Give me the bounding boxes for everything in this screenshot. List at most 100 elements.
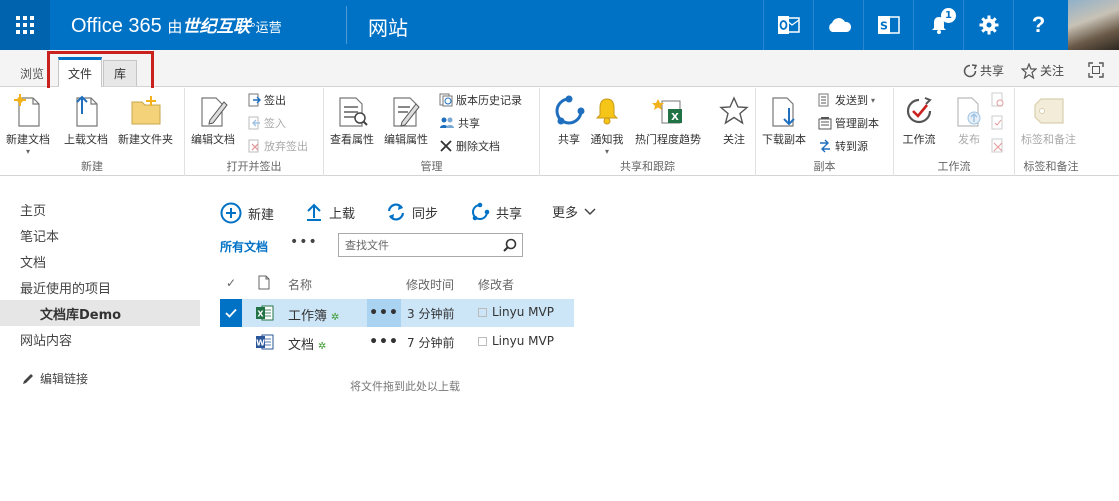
open-menu-button[interactable]: •••	[367, 328, 401, 356]
svg-text:X: X	[671, 112, 679, 123]
upload-command-button[interactable]: 上载	[305, 202, 355, 222]
download-copy-button[interactable]: 下载副本	[762, 94, 806, 147]
nav-item-recent[interactable]: 最近使用的项目	[20, 278, 111, 297]
onedrive-app-button[interactable]	[813, 0, 863, 50]
open-menu-button[interactable]: •••	[367, 299, 401, 327]
ribbon-group-workflows: 工作流 发布 工作流	[894, 88, 1015, 176]
go-to-source-button[interactable]: 转到源	[818, 137, 868, 155]
column-header-name[interactable]: 名称	[288, 276, 312, 293]
new-folder-button[interactable]: 新建文件夹	[118, 94, 173, 147]
excel-file-icon: X	[256, 305, 274, 321]
page-follow-label: 关注	[1040, 64, 1065, 78]
suite-bar: Office 365 由世纪互联°运营 网站 S 1 ?	[0, 0, 1119, 50]
drop-files-hint: 将文件拖到此处以上载	[350, 380, 460, 393]
sync-icon	[387, 203, 405, 221]
fullscreen-icon	[1088, 62, 1104, 78]
suite-divider	[346, 6, 347, 44]
new-document-button[interactable]: 新建文档 ▾	[6, 94, 50, 156]
checkmark-icon	[225, 308, 237, 318]
select-all-checkbox[interactable]: ✓	[226, 276, 236, 290]
discard-checkout-icon	[248, 139, 259, 153]
edit-document-icon	[201, 97, 228, 127]
user-avatar[interactable]	[1068, 0, 1119, 50]
file-name-link[interactable]: 工作簿 ✲	[288, 305, 339, 324]
ribbon-group-label: 工作流	[937, 160, 971, 173]
more-command-button[interactable]: 更多	[552, 202, 596, 221]
site-title[interactable]: 网站	[368, 12, 408, 41]
edit-properties-button[interactable]: 编辑属性	[384, 94, 428, 147]
page-follow-button[interactable]: 关注	[1021, 62, 1064, 79]
publish-icon	[957, 97, 981, 127]
edit-links-button[interactable]: 编辑链接	[22, 370, 88, 387]
nav-item-home[interactable]: 主页	[20, 200, 46, 219]
ribbon-group-label: 副本	[813, 160, 836, 173]
send-to-button[interactable]: 发送到 ▾	[818, 91, 875, 109]
modified-by[interactable]: Linyu MVP	[478, 334, 554, 348]
sharepoint-icon: S	[877, 16, 900, 34]
ribbon-share-button[interactable]: 共享	[552, 94, 586, 147]
page-share-label: 共享	[980, 64, 1005, 78]
focus-mode-button[interactable]	[1088, 62, 1104, 78]
document-reject-icon	[991, 138, 1003, 153]
upload-arrow-icon	[307, 203, 321, 221]
new-command-button[interactable]: 新建	[220, 202, 274, 224]
app-launcher-button[interactable]	[0, 0, 50, 50]
check-out-icon	[248, 93, 261, 107]
ribbon-group-label: 新建	[81, 160, 103, 173]
manage-copies-button[interactable]: 管理副本	[818, 114, 879, 132]
tab-browse[interactable]: 浏览	[12, 60, 52, 86]
table-row[interactable]: W 文档 ✲ ••• 7 分钟前 Linyu MVP	[220, 328, 574, 356]
view-more-button[interactable]: •••	[290, 234, 318, 250]
sharepoint-app-button[interactable]: S	[863, 0, 913, 50]
edit-properties-icon	[393, 97, 420, 127]
tags-notes-button[interactable]: 标签和备注	[1021, 94, 1076, 147]
page-share-button[interactable]: 共享	[963, 62, 1004, 79]
column-header-modified[interactable]: 修改时间	[406, 276, 454, 293]
ribbon-group-label: 打开并签出	[226, 160, 282, 173]
workflow-small-button-1[interactable]	[991, 91, 1005, 109]
sync-command-button[interactable]: 同步	[386, 202, 438, 222]
version-history-button[interactable]: 版本历史记录	[439, 91, 522, 109]
outlook-app-button[interactable]	[763, 0, 813, 50]
search-icon[interactable]	[502, 237, 518, 253]
check-out-button[interactable]: 签出	[247, 91, 286, 109]
settings-button[interactable]	[963, 0, 1013, 50]
svg-text:W: W	[256, 339, 265, 348]
nav-item-document-library-demo[interactable]: 文档库Demo	[0, 300, 200, 326]
ribbon-group-open-checkout: 编辑文档 签出 签入 放弃签出 打开并签出	[185, 88, 324, 176]
workflows-button[interactable]: 工作流	[902, 94, 936, 147]
follow-document-button[interactable]: 关注	[717, 94, 751, 147]
upload-document-button[interactable]: 上载文档	[64, 94, 108, 147]
workflow-small-button-3[interactable]	[991, 137, 1005, 155]
workflow-small-button-2[interactable]	[991, 114, 1005, 132]
column-header-modified-by[interactable]: 修改者	[478, 276, 514, 293]
publish-button[interactable]: 发布	[952, 94, 986, 147]
delete-document-button[interactable]: 删除文档	[439, 137, 500, 155]
help-button[interactable]: ?	[1013, 0, 1063, 50]
share-document-button[interactable]: 共享	[439, 114, 480, 132]
discard-checkout-button[interactable]: 放弃签出	[247, 137, 308, 155]
document-approve-icon	[991, 115, 1003, 130]
modified-by[interactable]: Linyu MVP	[478, 305, 554, 319]
file-type-header-icon	[258, 275, 270, 290]
check-in-button[interactable]: 签入	[247, 114, 286, 132]
star-icon	[1021, 62, 1037, 79]
brand-title[interactable]: Office 365 由世纪互联°运营	[71, 12, 282, 38]
alert-me-button[interactable]: 通知我 ▾	[590, 94, 624, 156]
view-properties-button[interactable]: 查看属性	[330, 94, 374, 147]
find-file-input[interactable]	[339, 234, 497, 256]
share-command-button[interactable]: 共享	[470, 202, 522, 222]
row-checkbox[interactable]	[220, 299, 242, 327]
nav-item-documents[interactable]: 文档	[20, 252, 46, 271]
popularity-trends-button[interactable]: X 热门程度趋势	[635, 94, 701, 147]
view-properties-icon	[339, 97, 368, 127]
notifications-button[interactable]: 1	[913, 0, 963, 50]
table-row[interactable]: X 工作簿 ✲ ••• 3 分钟前 Linyu MVP	[220, 299, 574, 327]
view-all-documents[interactable]: 所有文档	[220, 238, 268, 255]
svg-text:X: X	[257, 310, 264, 319]
row-checkbox[interactable]	[220, 328, 242, 356]
nav-item-site-contents[interactable]: 网站内容	[20, 330, 72, 349]
edit-document-button[interactable]: 编辑文档	[191, 94, 235, 147]
nav-item-notebook[interactable]: 笔记本	[20, 226, 59, 245]
file-name-link[interactable]: 文档 ✲	[288, 334, 326, 353]
